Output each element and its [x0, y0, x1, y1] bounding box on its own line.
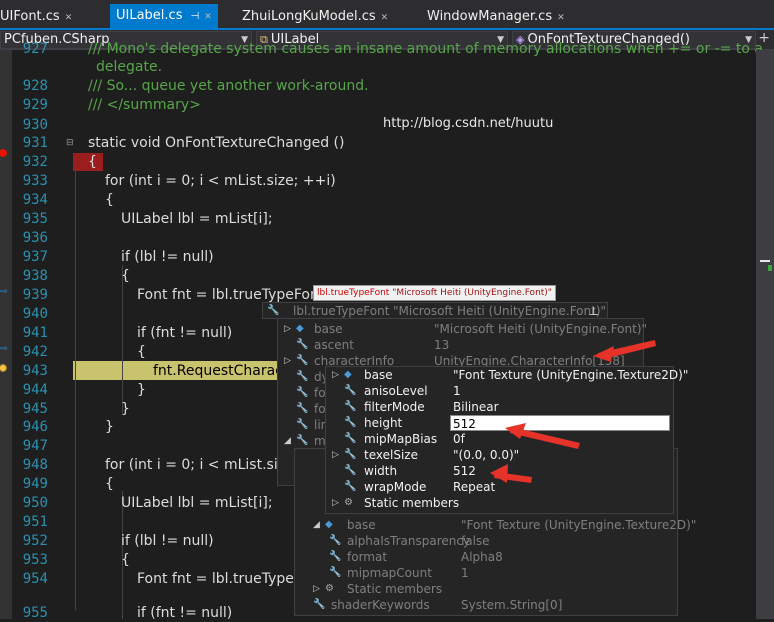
annotation-arrowhead: [505, 423, 526, 439]
annotation-arrows: [490, 340, 656, 483]
annotation-arrowhead: [593, 346, 614, 362]
annotation-arrowhead: [490, 464, 508, 483]
